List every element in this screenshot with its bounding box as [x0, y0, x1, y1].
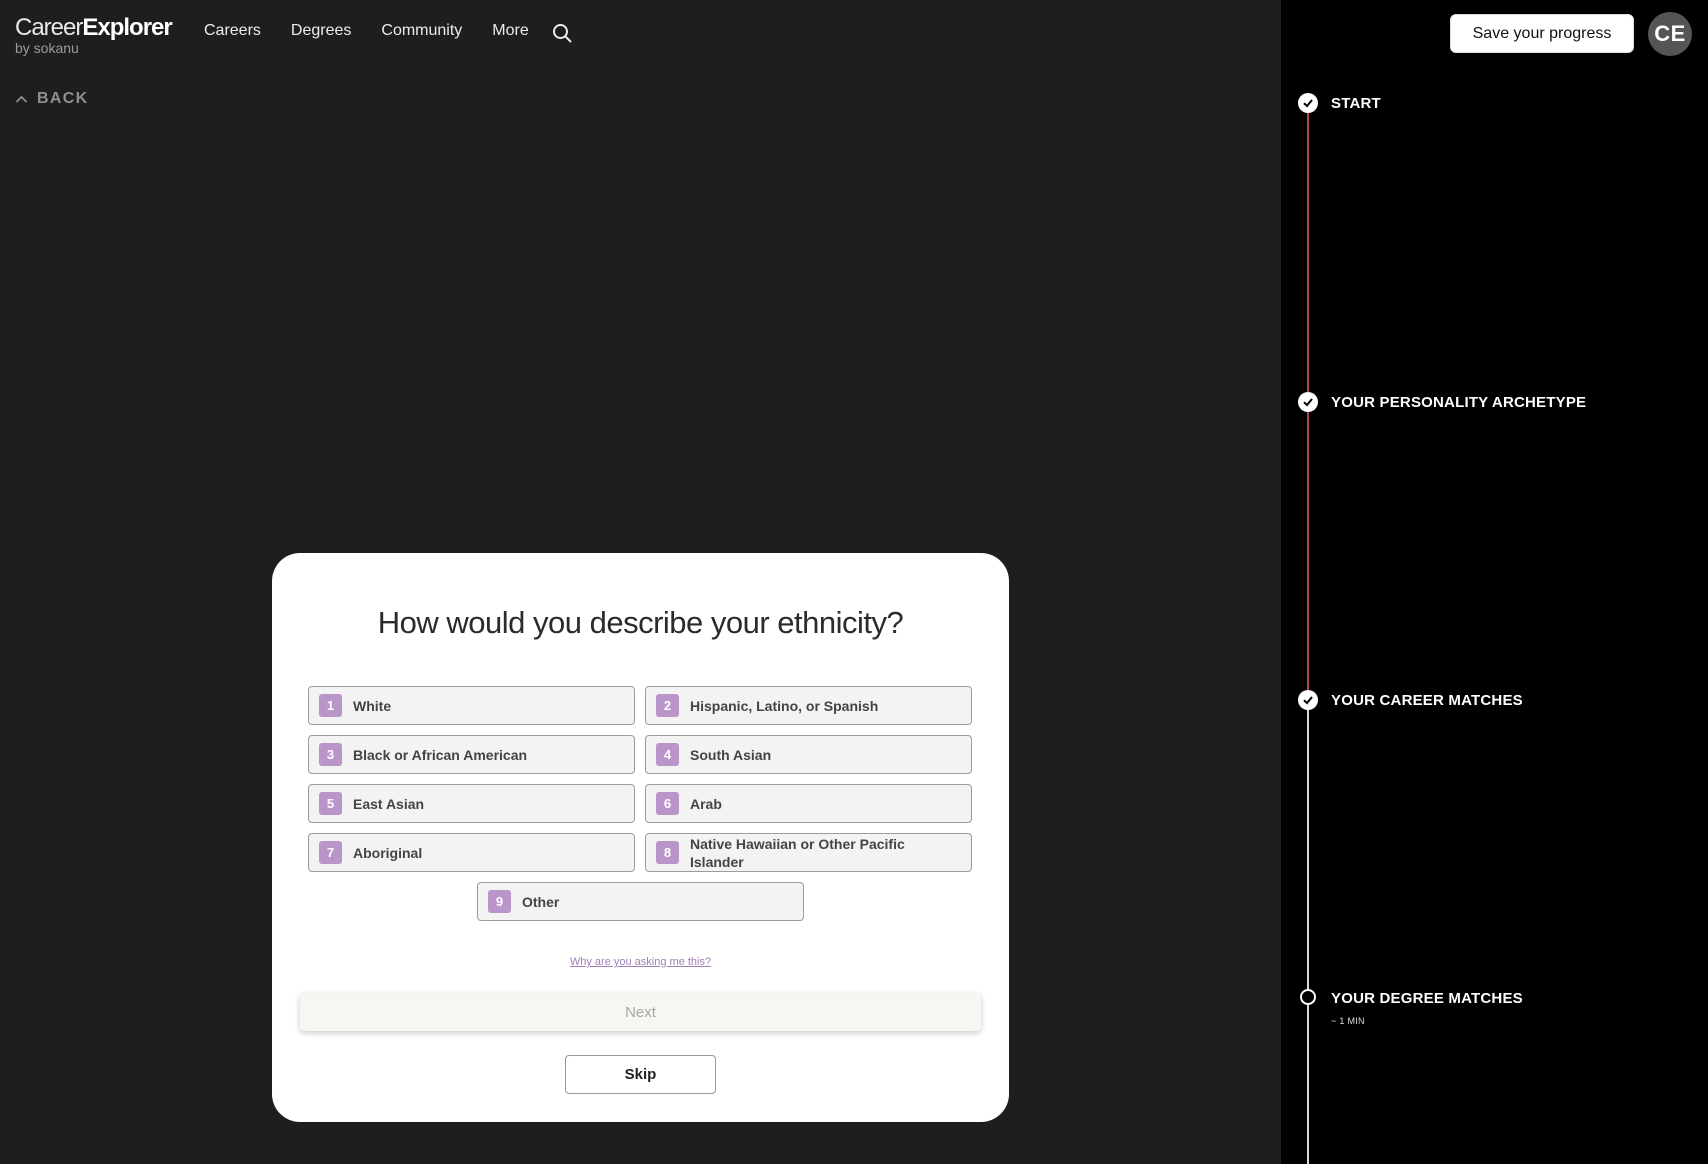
logo-part-career: Career	[15, 14, 83, 41]
avatar[interactable]: CE	[1648, 12, 1692, 56]
step-start-check-icon	[1298, 93, 1318, 113]
option-pacific-islander[interactable]: 8 Native Hawaiian or Other Pacific Islan…	[645, 833, 972, 872]
question-title: How would you describe your ethnicity?	[377, 605, 904, 640]
main-nav: Careers Degrees Community More	[204, 22, 529, 40]
logo-wordmark: CareerExplorer	[15, 14, 173, 41]
step-personality-check-icon	[1298, 392, 1318, 412]
chevron-up-icon	[15, 95, 28, 103]
option-label: Arab	[690, 795, 722, 812]
logo[interactable]: CareerExplorer by sokanu	[15, 14, 173, 56]
option-number: 1	[319, 694, 342, 717]
option-label: Black or African American	[353, 746, 528, 763]
option-number: 5	[319, 792, 342, 815]
save-progress-button[interactable]: Save your progress	[1450, 14, 1634, 53]
search-icon[interactable]	[552, 23, 572, 43]
logo-subtitle: by sokanu	[15, 40, 79, 56]
nav-more[interactable]: More	[492, 22, 528, 40]
why-asking-link[interactable]: Why are you asking me this?	[272, 956, 1009, 968]
step-degree-circle-icon	[1300, 989, 1316, 1005]
skip-button[interactable]: Skip	[565, 1055, 716, 1094]
option-label: Other	[522, 893, 560, 910]
back-button[interactable]: BACK	[15, 90, 88, 108]
option-east-asian[interactable]: 5 East Asian	[308, 784, 635, 823]
back-label: BACK	[37, 90, 89, 107]
option-label: South Asian	[690, 746, 772, 763]
next-button[interactable]: Next	[300, 993, 981, 1031]
option-hispanic[interactable]: 2 Hispanic, Latino, or Spanish	[645, 686, 972, 725]
step-degree-label: YOUR DEGREE MATCHES	[1331, 990, 1523, 1007]
step-degree-time: ~ 1 MIN	[1331, 1016, 1365, 1026]
nav-careers[interactable]: Careers	[204, 22, 261, 40]
step-career-check-icon	[1298, 690, 1318, 710]
option-number: 9	[488, 890, 511, 913]
option-aboriginal[interactable]: 7 Aboriginal	[308, 833, 635, 872]
option-number: 7	[319, 841, 342, 864]
option-label: East Asian	[353, 795, 425, 812]
option-white[interactable]: 1 White	[308, 686, 635, 725]
logo-part-explorer: Explorer	[82, 14, 172, 41]
option-number: 4	[656, 743, 679, 766]
nav-degrees[interactable]: Degrees	[291, 22, 351, 40]
option-south-asian[interactable]: 4 South Asian	[645, 735, 972, 774]
step-career-label: YOUR CAREER MATCHES	[1331, 692, 1523, 709]
option-label: Hispanic, Latino, or Spanish	[690, 697, 879, 714]
option-label: White	[353, 697, 392, 714]
question-card: How would you describe your ethnicity? 1…	[272, 553, 1009, 1122]
option-number: 8	[656, 841, 679, 864]
option-number: 2	[656, 694, 679, 717]
nav-community[interactable]: Community	[381, 22, 462, 40]
option-other[interactable]: 9 Other	[477, 882, 804, 921]
step-personality-label: YOUR PERSONALITY ARCHETYPE	[1331, 394, 1587, 411]
option-label: Aboriginal	[353, 844, 423, 861]
option-number: 6	[656, 792, 679, 815]
option-arab[interactable]: 6 Arab	[645, 784, 972, 823]
option-number: 3	[319, 743, 342, 766]
step-start-label: START	[1331, 95, 1381, 112]
option-label: Native Hawaiian or Other Pacific Islande…	[690, 835, 905, 870]
option-black[interactable]: 3 Black or African American	[308, 735, 635, 774]
progress-track-remaining	[1307, 702, 1309, 1164]
